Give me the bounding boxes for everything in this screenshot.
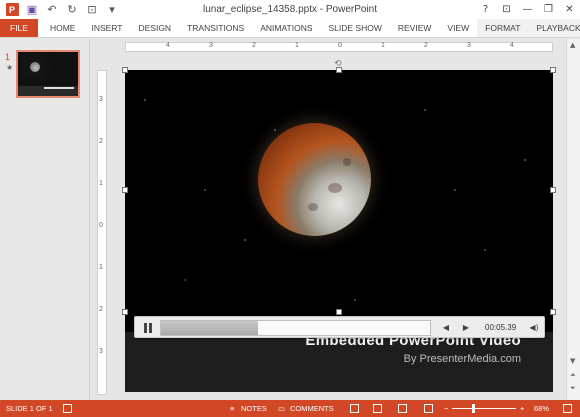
redo-icon[interactable]: ↻ — [63, 2, 81, 18]
customize-toolbar-icon[interactable]: ▾ — [103, 2, 121, 18]
spelling-icon[interactable] — [63, 404, 72, 413]
scroll-down-icon[interactable]: ▼ — [570, 357, 575, 365]
ruler-tick: 2 — [99, 306, 103, 313]
minimize-button[interactable]: — — [517, 0, 538, 19]
zoom-in-button[interactable]: + — [520, 400, 524, 417]
notes-button[interactable]: NOTES — [241, 400, 267, 417]
slide-count: SLIDE 1 OF 1 — [6, 404, 53, 413]
vertical-ruler: 3 2 1 0 1 2 3 — [97, 70, 107, 395]
slide-thumbnail[interactable] — [16, 50, 80, 98]
video-time: 00:05.39 — [485, 323, 517, 332]
ruler-tick: 3 — [209, 42, 213, 49]
vertical-scrollbar[interactable]: ▲ ▼ ⏶ ⏷ — [566, 39, 580, 400]
close-button[interactable]: ✕ — [559, 0, 580, 19]
ribbon-tabs: FILE HOME INSERT DESIGN TRANSITIONS ANIM… — [0, 19, 580, 38]
undo-icon[interactable]: ↶ — [43, 2, 61, 18]
slide-subtitle[interactable]: By PresenterMedia.com — [404, 353, 521, 365]
video-player-controls: ◀ ▶ 00:05.39 ◀) — [134, 316, 545, 338]
slide-editor: 4 3 2 1 0 1 2 3 4 3 2 1 0 1 2 3 ⟲ Embedd… — [91, 39, 580, 400]
status-bar: SLIDE 1 OF 1 ≡ NOTES ▭ COMMENTS − + 68% — [0, 400, 580, 417]
tab-format[interactable]: FORMAT — [477, 19, 529, 37]
tab-insert[interactable]: INSERT — [83, 19, 130, 37]
video-progress-fill — [161, 321, 258, 335]
zoom-slider-thumb[interactable] — [472, 404, 475, 413]
tab-slide-show[interactable]: SLIDE SHOW — [321, 19, 390, 37]
title-bar: P ▣ ↶ ↻ ⊡ ▾ lunar_eclipse_14358.pptx - P… — [0, 0, 580, 19]
next-slide-icon[interactable]: ⏷ — [570, 384, 576, 393]
thumbnail-title-line — [44, 87, 74, 89]
resize-handle[interactable] — [550, 187, 556, 193]
save-icon[interactable]: ▣ — [23, 2, 41, 18]
window-controls: ? ⊡ — ❐ ✕ — [475, 0, 580, 19]
slide-number: 1 — [5, 52, 11, 62]
zoom-out-button[interactable]: − — [444, 400, 448, 417]
notes-icon[interactable]: ≡ — [230, 400, 234, 417]
ruler-tick: 2 — [99, 138, 103, 145]
resize-handle[interactable] — [122, 67, 128, 73]
ruler-tick: 0 — [99, 222, 103, 229]
eclipse-moon-image — [258, 123, 371, 236]
powerpoint-window: P ▣ ↶ ↻ ⊡ ▾ lunar_eclipse_14358.pptx - P… — [0, 0, 580, 417]
comments-button[interactable]: COMMENTS — [290, 400, 334, 417]
slide-show-icon[interactable] — [424, 404, 433, 413]
resize-handle[interactable] — [336, 309, 342, 315]
previous-slide-icon[interactable]: ⏶ — [570, 371, 576, 380]
tab-review[interactable]: REVIEW — [390, 19, 440, 37]
restore-button[interactable]: ❐ — [538, 0, 559, 19]
app-logo-icon[interactable]: P — [3, 2, 21, 18]
ribbon-display-icon[interactable]: ⊡ — [496, 0, 517, 19]
ruler-tick: 3 — [467, 42, 471, 49]
zoom-level[interactable]: 68% — [534, 400, 549, 417]
ruler-tick: 4 — [166, 42, 170, 49]
ruler-tick: 1 — [99, 264, 103, 271]
move-back-icon[interactable]: ◀ — [438, 320, 454, 336]
ruler-tick: 1 — [295, 42, 299, 49]
ruler-tick: 2 — [252, 42, 256, 49]
normal-view-icon[interactable] — [350, 404, 359, 413]
slide-canvas[interactable]: Embedded PowerPoint Video By PresenterMe… — [125, 70, 553, 392]
slide-sorter-icon[interactable] — [373, 404, 382, 413]
ruler-tick: 3 — [99, 96, 103, 103]
slide-thumbnail-pane: 1 ★ — [0, 39, 90, 400]
resize-handle[interactable] — [336, 67, 342, 73]
volume-icon[interactable]: ◀) — [526, 320, 542, 336]
ruler-tick: 1 — [99, 180, 103, 187]
resize-handle[interactable] — [122, 309, 128, 315]
animation-star-icon: ★ — [6, 63, 14, 72]
tab-playback[interactable]: PLAYBACK — [528, 19, 580, 37]
ruler-tick: 4 — [510, 42, 514, 49]
tab-file[interactable]: FILE — [0, 19, 38, 37]
tab-home[interactable]: HOME — [42, 19, 84, 37]
quick-access-toolbar: P ▣ ↶ ↻ ⊡ ▾ — [0, 2, 121, 18]
tab-transitions[interactable]: TRANSITIONS — [179, 19, 252, 37]
ruler-tick: 3 — [99, 348, 103, 355]
help-button[interactable]: ? — [475, 0, 496, 19]
scroll-up-icon[interactable]: ▲ — [570, 41, 575, 49]
ruler-tick: 2 — [424, 42, 428, 49]
pause-button[interactable] — [141, 321, 155, 335]
zoom-slider[interactable] — [452, 408, 516, 409]
present-icon[interactable]: ⊡ — [83, 2, 101, 18]
ruler-tick: 1 — [381, 42, 385, 49]
resize-handle[interactable] — [550, 67, 556, 73]
comments-icon[interactable]: ▭ — [278, 400, 285, 417]
horizontal-ruler: 4 3 2 1 0 1 2 3 4 — [125, 42, 553, 52]
tab-design[interactable]: DESIGN — [130, 19, 179, 37]
tab-view[interactable]: VIEW — [439, 19, 477, 37]
resize-handle[interactable] — [550, 309, 556, 315]
ruler-tick: 0 — [338, 42, 342, 49]
resize-handle[interactable] — [122, 187, 128, 193]
reading-view-icon[interactable] — [398, 404, 407, 413]
move-forward-icon[interactable]: ▶ — [458, 320, 474, 336]
video-progress-bar[interactable] — [160, 320, 431, 336]
fit-slide-icon[interactable] — [563, 404, 572, 413]
thumbnail-moon — [30, 62, 40, 72]
tab-animations[interactable]: ANIMATIONS — [252, 19, 320, 37]
